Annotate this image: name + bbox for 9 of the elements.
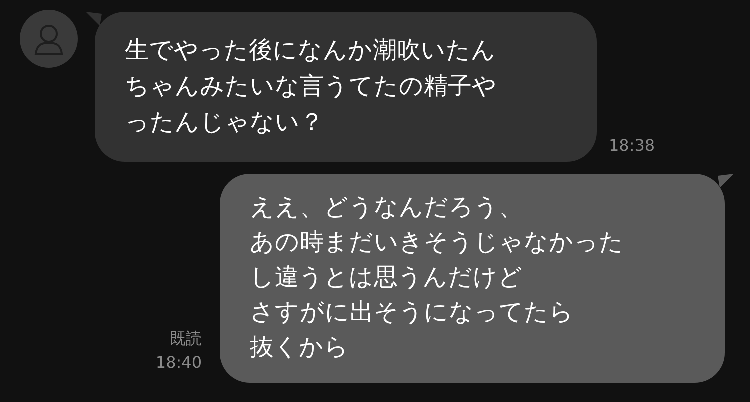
message-text: さすがに出そうになってたら bbox=[250, 297, 575, 328]
read-receipt: 既読 bbox=[170, 328, 202, 350]
message-text: 抜くから bbox=[250, 332, 350, 363]
timestamp: 18:38 bbox=[609, 135, 656, 157]
timestamp: 18:40 bbox=[156, 352, 202, 374]
avatar-icon[interactable] bbox=[20, 10, 78, 68]
message-text: あの時まだいきそうじゃなかったし違うとは思うんだけど bbox=[250, 227, 625, 293]
message-text: ええ、どうなんだろう、 bbox=[250, 192, 524, 223]
message-text: 生でやった後になんか潮吹いたんちゃんみたいな言うてたの精子やったんじゃない？ bbox=[125, 35, 498, 138]
